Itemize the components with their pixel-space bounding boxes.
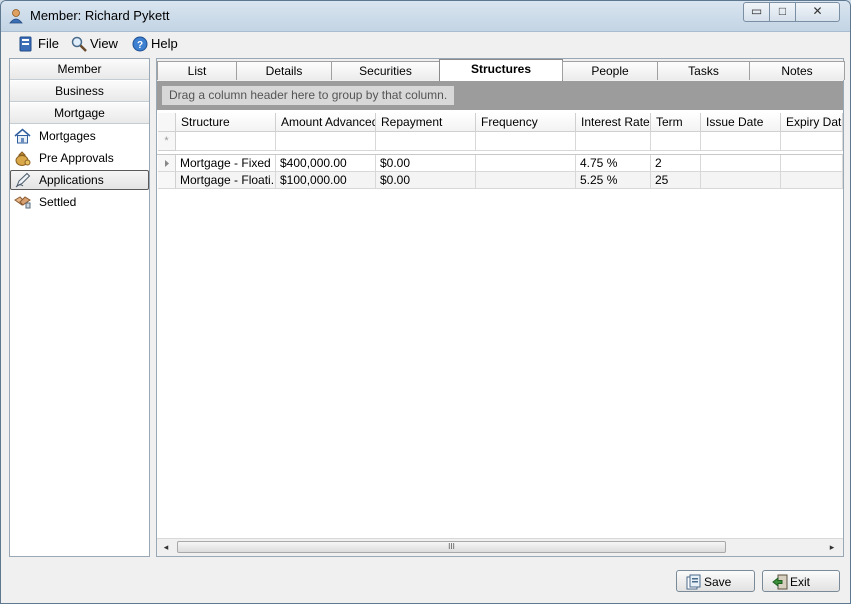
table-cell-term[interactable]: 2 bbox=[651, 155, 701, 172]
table-cell-structure[interactable]: Mortgage - Fixed bbox=[176, 155, 276, 172]
column-header-frequency[interactable]: Frequency bbox=[476, 113, 576, 132]
house-icon bbox=[14, 128, 31, 144]
new-row-cell[interactable] bbox=[176, 132, 276, 151]
window-title: Member: Richard Pykett bbox=[30, 8, 170, 23]
table-cell-interest-rate[interactable]: 5.25 % bbox=[576, 172, 651, 189]
maximize-button[interactable]: □ bbox=[769, 2, 796, 22]
sidebar-tab-mortgage[interactable]: Mortgage bbox=[10, 103, 149, 124]
money-bag-icon bbox=[15, 151, 31, 166]
row-selector-header bbox=[158, 113, 176, 132]
handshake-icon bbox=[14, 196, 31, 209]
new-row-cell[interactable] bbox=[276, 132, 376, 151]
group-by-hint: Drag a column header here to group by th… bbox=[162, 86, 455, 105]
sidebar-item-settled[interactable]: Settled bbox=[11, 193, 148, 211]
column-header-repayment[interactable]: Repayment bbox=[376, 113, 476, 132]
sidebar-item-label: Settled bbox=[39, 195, 77, 209]
main-panel: List Details Securities Structures Peopl… bbox=[156, 58, 845, 557]
svg-text:?: ? bbox=[137, 40, 143, 51]
close-icon: ✕ bbox=[812, 4, 823, 18]
menu-view-label: View bbox=[90, 36, 118, 51]
menu-file-label: File bbox=[38, 36, 59, 51]
new-row-cell[interactable] bbox=[376, 132, 476, 151]
structures-grid: Structure Amount Advanced Repayment Freq… bbox=[157, 110, 843, 538]
sidebar-tab-business[interactable]: Business bbox=[10, 81, 149, 102]
sidebar: Member Business Mortgage Mortgages Pre A… bbox=[9, 58, 150, 557]
exit-button-label: Exit bbox=[790, 575, 811, 589]
new-row-indicator[interactable]: * bbox=[158, 132, 176, 151]
exit-icon bbox=[772, 574, 788, 590]
tab-notes[interactable]: Notes bbox=[749, 61, 845, 80]
table-cell-frequency[interactable] bbox=[476, 172, 576, 189]
sidebar-item-pre-approvals[interactable]: Pre Approvals bbox=[11, 149, 148, 167]
menu-help-label: Help bbox=[151, 36, 178, 51]
table-cell-repayment[interactable]: $0.00 bbox=[376, 155, 476, 172]
current-row-arrow-icon bbox=[165, 160, 169, 167]
new-row-cell[interactable] bbox=[576, 132, 651, 151]
save-button[interactable]: Save bbox=[676, 570, 755, 592]
pen-icon bbox=[15, 172, 31, 188]
table-cell-expiry-date[interactable] bbox=[781, 172, 843, 189]
group-by-panel[interactable]: Drag a column header here to group by th… bbox=[157, 81, 843, 110]
help-icon: ? bbox=[132, 36, 148, 52]
save-button-label: Save bbox=[704, 575, 732, 589]
column-header-interest-rate[interactable]: Interest Rate bbox=[576, 113, 651, 132]
sidebar-item-label: Applications bbox=[39, 173, 104, 187]
member-window: Member: Richard Pykett ▭ □ ✕ File View ? bbox=[0, 0, 851, 604]
sidebar-item-applications[interactable]: Applications bbox=[10, 170, 149, 190]
sidebar-item-mortgages[interactable]: Mortgages bbox=[11, 127, 148, 145]
tab-list[interactable]: List bbox=[157, 61, 237, 80]
table-cell-repayment[interactable]: $0.00 bbox=[376, 172, 476, 189]
column-header-term[interactable]: Term bbox=[651, 113, 701, 132]
column-header-amount-advanced[interactable]: Amount Advanced bbox=[276, 113, 376, 132]
tab-structures[interactable]: Structures bbox=[439, 59, 563, 81]
tab-strip: List Details Securities Structures Peopl… bbox=[157, 59, 845, 81]
sidebar-item-label: Pre Approvals bbox=[39, 151, 114, 165]
minimize-icon: ▭ bbox=[750, 4, 763, 18]
new-row-cell[interactable] bbox=[701, 132, 781, 151]
maximize-icon: □ bbox=[778, 4, 787, 18]
member-icon bbox=[9, 9, 23, 24]
save-icon bbox=[686, 574, 701, 590]
scrollbar-grip-icon: III bbox=[448, 542, 455, 551]
scroll-left-icon[interactable]: ◂ bbox=[161, 542, 171, 552]
table-cell-amount-advanced[interactable]: $100,000.00 bbox=[276, 172, 376, 189]
magnifier-icon bbox=[71, 36, 87, 52]
table-cell-interest-rate[interactable]: 4.75 % bbox=[576, 155, 651, 172]
table-cell-expiry-date[interactable] bbox=[781, 155, 843, 172]
table-cell-amount-advanced[interactable]: $400,000.00 bbox=[276, 155, 376, 172]
new-row-cell[interactable] bbox=[651, 132, 701, 151]
horizontal-scrollbar[interactable]: ◂ III ▸ bbox=[157, 538, 843, 556]
table-cell-issue-date[interactable] bbox=[701, 172, 781, 189]
tab-tasks[interactable]: Tasks bbox=[657, 61, 750, 80]
row-selector[interactable] bbox=[158, 155, 176, 172]
minimize-button[interactable]: ▭ bbox=[743, 2, 770, 22]
menu-view[interactable]: View bbox=[71, 35, 121, 53]
row-selector[interactable] bbox=[158, 172, 176, 189]
scroll-right-icon[interactable]: ▸ bbox=[827, 542, 837, 552]
table-cell-term[interactable]: 25 bbox=[651, 172, 701, 189]
table-cell-issue-date[interactable] bbox=[701, 155, 781, 172]
column-header-structure[interactable]: Structure bbox=[176, 113, 276, 132]
scrollbar-thumb[interactable]: III bbox=[177, 541, 726, 553]
tab-people[interactable]: People bbox=[562, 61, 658, 80]
menu-bar: File View ? Help bbox=[1, 32, 850, 56]
sidebar-item-label: Mortgages bbox=[39, 129, 96, 143]
title-bar: Member: Richard Pykett ▭ □ ✕ bbox=[1, 1, 850, 32]
menu-help[interactable]: ? Help bbox=[132, 35, 180, 53]
menu-file[interactable]: File bbox=[19, 35, 61, 53]
new-row-cell[interactable] bbox=[781, 132, 843, 151]
tab-details[interactable]: Details bbox=[236, 61, 332, 80]
tab-securities[interactable]: Securities bbox=[331, 61, 440, 80]
new-row-cell[interactable] bbox=[476, 132, 576, 151]
close-button[interactable]: ✕ bbox=[795, 2, 840, 22]
column-header-expiry-date[interactable]: Expiry Date bbox=[781, 113, 843, 132]
column-header-issue-date[interactable]: Issue Date bbox=[701, 113, 781, 132]
exit-button[interactable]: Exit bbox=[762, 570, 840, 592]
sidebar-tab-member[interactable]: Member bbox=[10, 59, 149, 80]
table-cell-frequency[interactable] bbox=[476, 155, 576, 172]
file-icon bbox=[19, 36, 32, 52]
table-cell-structure[interactable]: Mortgage - Floati... bbox=[176, 172, 276, 189]
